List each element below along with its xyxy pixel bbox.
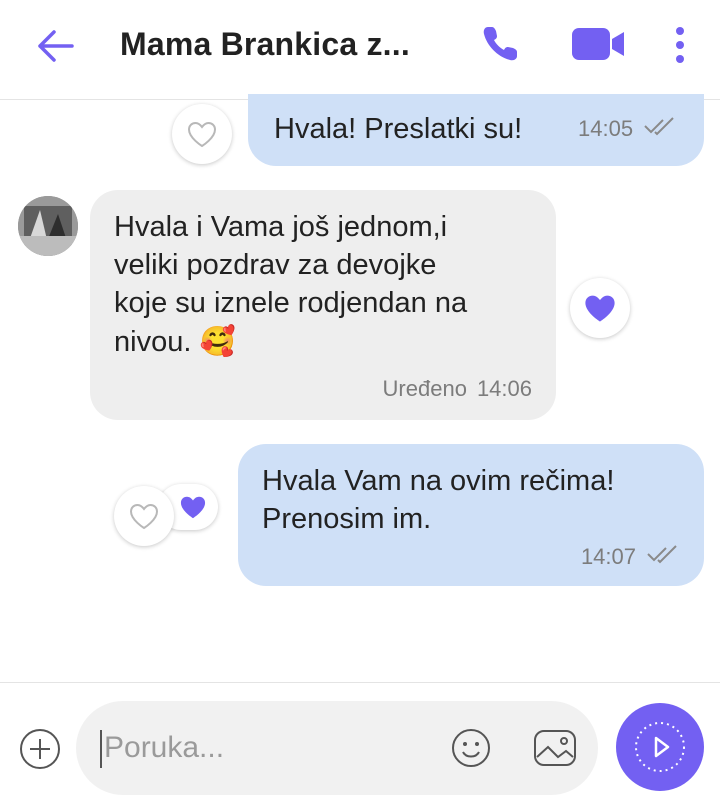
message-list[interactable]: Hvala! Preslatki su! 14:05 Hvala i Vama … <box>0 94 720 682</box>
edited-label: Uređeno <box>382 376 467 401</box>
double-check-icon <box>646 544 680 570</box>
chat-title[interactable]: Mama Brankica z... <box>120 26 410 63</box>
message-line: Hvala Vam na ovim rečima! <box>262 465 615 497</box>
message-input[interactable]: Poruka... <box>76 701 598 795</box>
message-text: Hvala Vam na ovim rečima! Prenosim im. <box>262 462 614 538</box>
message-text: Hvala! Preslatki su! <box>274 113 523 145</box>
text-caret <box>100 730 102 768</box>
message-bubble-incoming[interactable]: Hvala i Vama još jednom,i veliki pozdrav… <box>90 190 556 420</box>
send-icon[interactable] <box>616 703 704 791</box>
message-meta: Uređeno 14:06 <box>383 376 532 402</box>
message-time: 14:05 <box>578 116 634 141</box>
message-meta: 14:07 <box>581 544 680 570</box>
heart-outline-icon[interactable] <box>172 104 232 164</box>
double-check-icon <box>643 116 677 142</box>
message-line: koje su iznele rodjendan na <box>114 287 468 319</box>
smiling-face-hearts-emoji: 🥰 <box>199 324 236 358</box>
more-vertical-icon[interactable] <box>668 24 692 66</box>
message-text: Hvala i Vama još jednom,i veliki pozdrav… <box>114 208 467 361</box>
avatar[interactable] <box>18 196 78 256</box>
phone-icon[interactable] <box>478 22 522 66</box>
smiley-icon[interactable] <box>450 727 492 769</box>
back-arrow-icon[interactable] <box>34 26 78 66</box>
message-placeholder: Poruka... <box>104 731 225 764</box>
message-time: 14:06 <box>476 376 532 401</box>
message-bubble-outgoing[interactable]: Hvala! Preslatki su! 14:05 <box>248 94 704 166</box>
composer: Poruka... <box>0 682 720 806</box>
heart-filled-icon <box>178 494 208 525</box>
heart-outline-icon[interactable] <box>114 486 174 546</box>
message-line-last: nivou. 🥰 <box>114 322 467 361</box>
message-line: nivou. <box>114 326 192 358</box>
plus-circle-icon[interactable] <box>18 727 62 771</box>
heart-filled-icon[interactable] <box>570 278 630 338</box>
message-time: 14:07 <box>580 544 636 569</box>
message-meta: 14:05 <box>578 116 677 142</box>
video-camera-icon[interactable] <box>570 26 628 62</box>
message-line: veliki pozdrav za devojke <box>114 249 437 281</box>
message-bubble-outgoing[interactable]: Hvala Vam na ovim rečima! Prenosim im. 1… <box>238 444 704 586</box>
chat-header: Mama Brankica z... <box>0 0 720 100</box>
message-line: Hvala i Vama još jednom,i <box>114 211 448 243</box>
gallery-icon[interactable] <box>532 727 578 769</box>
message-line: Prenosim im. <box>262 503 432 535</box>
